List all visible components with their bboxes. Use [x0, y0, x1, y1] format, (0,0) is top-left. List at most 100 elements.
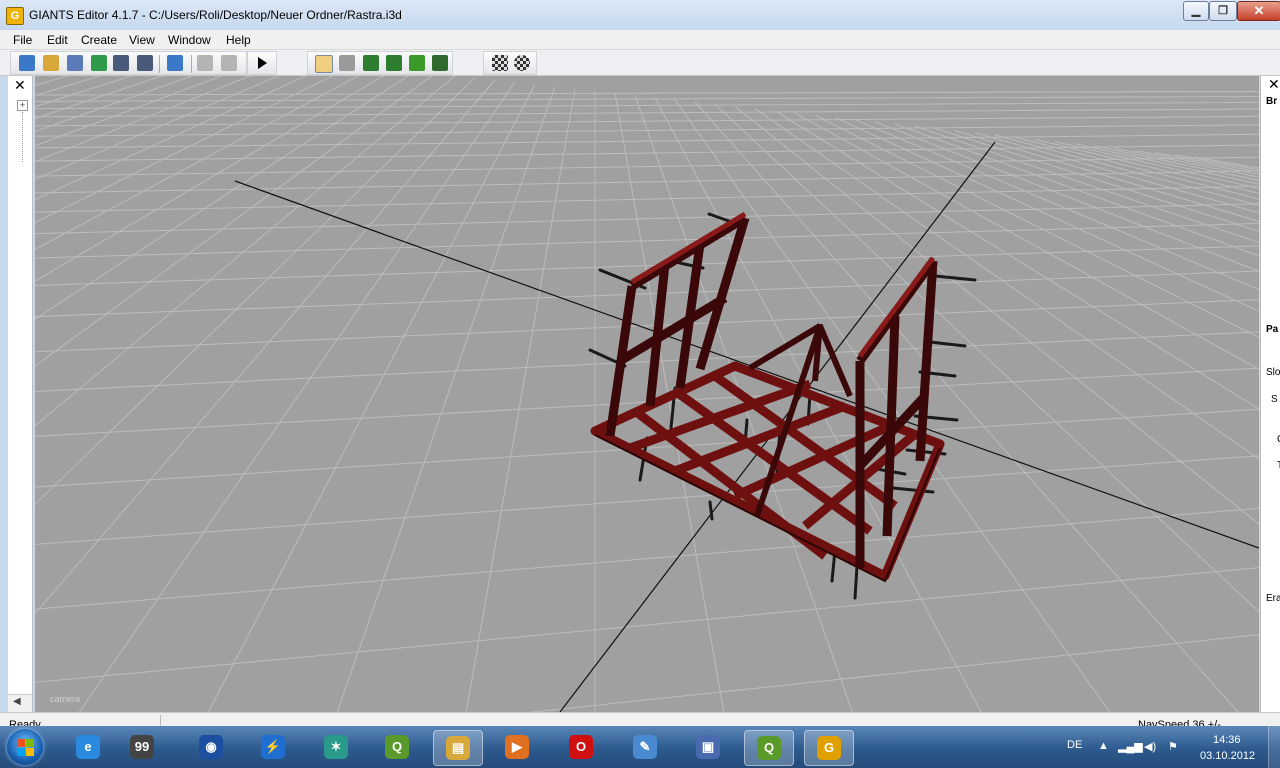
- grid-line: [35, 144, 1259, 162]
- taskbar-app-button[interactable]: ✶: [312, 730, 360, 764]
- maximize-button[interactable]: ❐: [1209, 1, 1237, 21]
- clock-time[interactable]: 14:36: [1213, 734, 1241, 746]
- foliage-paint-icon[interactable]: [409, 55, 425, 71]
- redo-icon[interactable]: [221, 55, 237, 71]
- grid-line: [336, 86, 556, 712]
- toolbar-group-view: [483, 51, 537, 75]
- menu-view[interactable]: View: [129, 33, 155, 47]
- import-icon[interactable]: [167, 55, 183, 71]
- window-title: GIANTS Editor 4.1.7 - C:/Users/Roli/Desk…: [29, 8, 402, 22]
- taskbar-app-button[interactable]: O: [557, 730, 605, 764]
- taskbar-app-button[interactable]: ▣: [684, 730, 732, 764]
- terrain-sculpt-icon[interactable]: [363, 55, 379, 71]
- menu-help[interactable]: Help: [226, 33, 251, 47]
- scroll-left-icon[interactable]: ◀: [13, 696, 21, 707]
- select-tool-icon[interactable]: [339, 55, 355, 71]
- grid-line: [714, 103, 1259, 613]
- menu-create[interactable]: Create: [81, 33, 117, 47]
- taskbar-app-button[interactable]: e: [64, 730, 112, 764]
- grid-line: [35, 108, 1259, 118]
- open-icon[interactable]: [43, 55, 59, 71]
- terrain-extra-icon[interactable]: [432, 55, 448, 71]
- grid-line: [35, 76, 456, 427]
- title-bar: G GIANTS Editor 4.1.7 - C:/Users/Roli/De…: [0, 0, 1280, 31]
- menu-window[interactable]: Window: [168, 33, 211, 47]
- grid-line: [465, 88, 576, 712]
- menu-edit[interactable]: Edit: [47, 33, 68, 47]
- 3d-viewport[interactable]: camera: [35, 76, 1259, 712]
- grid-line: [35, 76, 102, 97]
- toolbar-separator: [159, 55, 160, 73]
- language-indicator[interactable]: DE: [1067, 739, 1082, 751]
- taskbar-app-button[interactable]: ▤: [433, 730, 483, 766]
- windows-logo-part: [17, 748, 25, 756]
- grid-line: [35, 76, 95, 712]
- save-as-icon[interactable]: [137, 55, 153, 71]
- undo-icon[interactable]: [197, 55, 213, 71]
- taskbar-app-button[interactable]: Q: [744, 730, 794, 766]
- taskbar-app-button[interactable]: ✎: [621, 730, 669, 764]
- save-icon[interactable]: [113, 55, 129, 71]
- volume-icon[interactable]: ◀): [1144, 740, 1156, 753]
- new-scene-icon[interactable]: [19, 55, 35, 71]
- toolbar-group-file: [10, 51, 247, 75]
- taskbar-app-button[interactable]: G: [804, 730, 854, 766]
- close-icon[interactable]: ✕: [14, 78, 26, 92]
- refresh-icon[interactable]: [91, 55, 107, 71]
- taskbar-app-button[interactable]: ◉: [187, 730, 235, 764]
- taskbar-app-button[interactable]: 99: [118, 730, 166, 764]
- minimize-button[interactable]: ▁: [1183, 1, 1209, 21]
- close-window-button[interactable]: ✕: [1237, 1, 1280, 21]
- grid-line: [934, 127, 1259, 232]
- grid-line: [35, 76, 252, 163]
- grid-line: [35, 507, 1259, 610]
- list-icon[interactable]: [67, 55, 83, 71]
- play-icon[interactable]: [254, 55, 270, 71]
- expand-node-icon[interactable]: +: [17, 100, 28, 111]
- grid-line: [1194, 156, 1259, 169]
- grid-line: [35, 76, 223, 147]
- remote-desktop-icon: ▣: [696, 735, 720, 759]
- grid-line: [35, 76, 133, 108]
- grid-line: [35, 203, 1259, 235]
- scenegraph-scrollbar[interactable]: ◀: [8, 694, 32, 712]
- grid-line: [35, 567, 1259, 683]
- panel-label-erase: Era: [1266, 593, 1280, 604]
- terrain-paint-icon[interactable]: [386, 55, 402, 71]
- clock-date[interactable]: 03.10.2012: [1200, 750, 1255, 762]
- start-button[interactable]: [7, 729, 43, 765]
- grid-line: [1054, 141, 1259, 190]
- close-icon[interactable]: ✕: [1268, 76, 1280, 93]
- grid-line: [35, 76, 307, 201]
- opera-icon: O: [569, 735, 593, 759]
- grid-line: [1034, 138, 1259, 194]
- menu-bar: File Edit Create View Window Help: [0, 30, 1280, 50]
- minimize-icon: ▁: [1191, 5, 1201, 17]
- taskbar-app-button[interactable]: ⚡: [249, 730, 297, 764]
- action-center-flag-icon[interactable]: ⚑: [1168, 740, 1178, 753]
- grid-line: [35, 90, 1259, 96]
- panel-label-params: Pa: [1266, 324, 1279, 335]
- grid-line: [954, 130, 1259, 222]
- checker-settings-icon[interactable]: [514, 55, 530, 71]
- windows-logo-part: [26, 748, 34, 756]
- checker-icon[interactable]: [492, 55, 508, 71]
- taskbar-app-button[interactable]: ▶: [493, 730, 541, 764]
- grid-line: [35, 76, 164, 120]
- menu-file[interactable]: File: [13, 33, 32, 47]
- show-desktop-button[interactable]: [1268, 726, 1280, 768]
- play-glyph: [258, 57, 267, 69]
- home-view-icon[interactable]: [315, 55, 333, 73]
- network-signal-icon[interactable]: ▂▄▆: [1118, 740, 1143, 753]
- close-icon: ✕: [1253, 3, 1265, 18]
- taskbar-app-button[interactable]: Q: [373, 730, 421, 764]
- giants-app-icon: G: [6, 7, 24, 25]
- camera-label: camera: [50, 694, 81, 704]
- qgis-icon: Q: [385, 735, 409, 759]
- cultivator-frame-model[interactable]: [588, 211, 977, 600]
- star-tool-icon: ✶: [324, 735, 348, 759]
- grid-line: [35, 124, 1259, 137]
- tray-overflow-icon[interactable]: ▲: [1098, 740, 1109, 752]
- grid-line: [1074, 143, 1259, 185]
- grid-line: [78, 81, 516, 712]
